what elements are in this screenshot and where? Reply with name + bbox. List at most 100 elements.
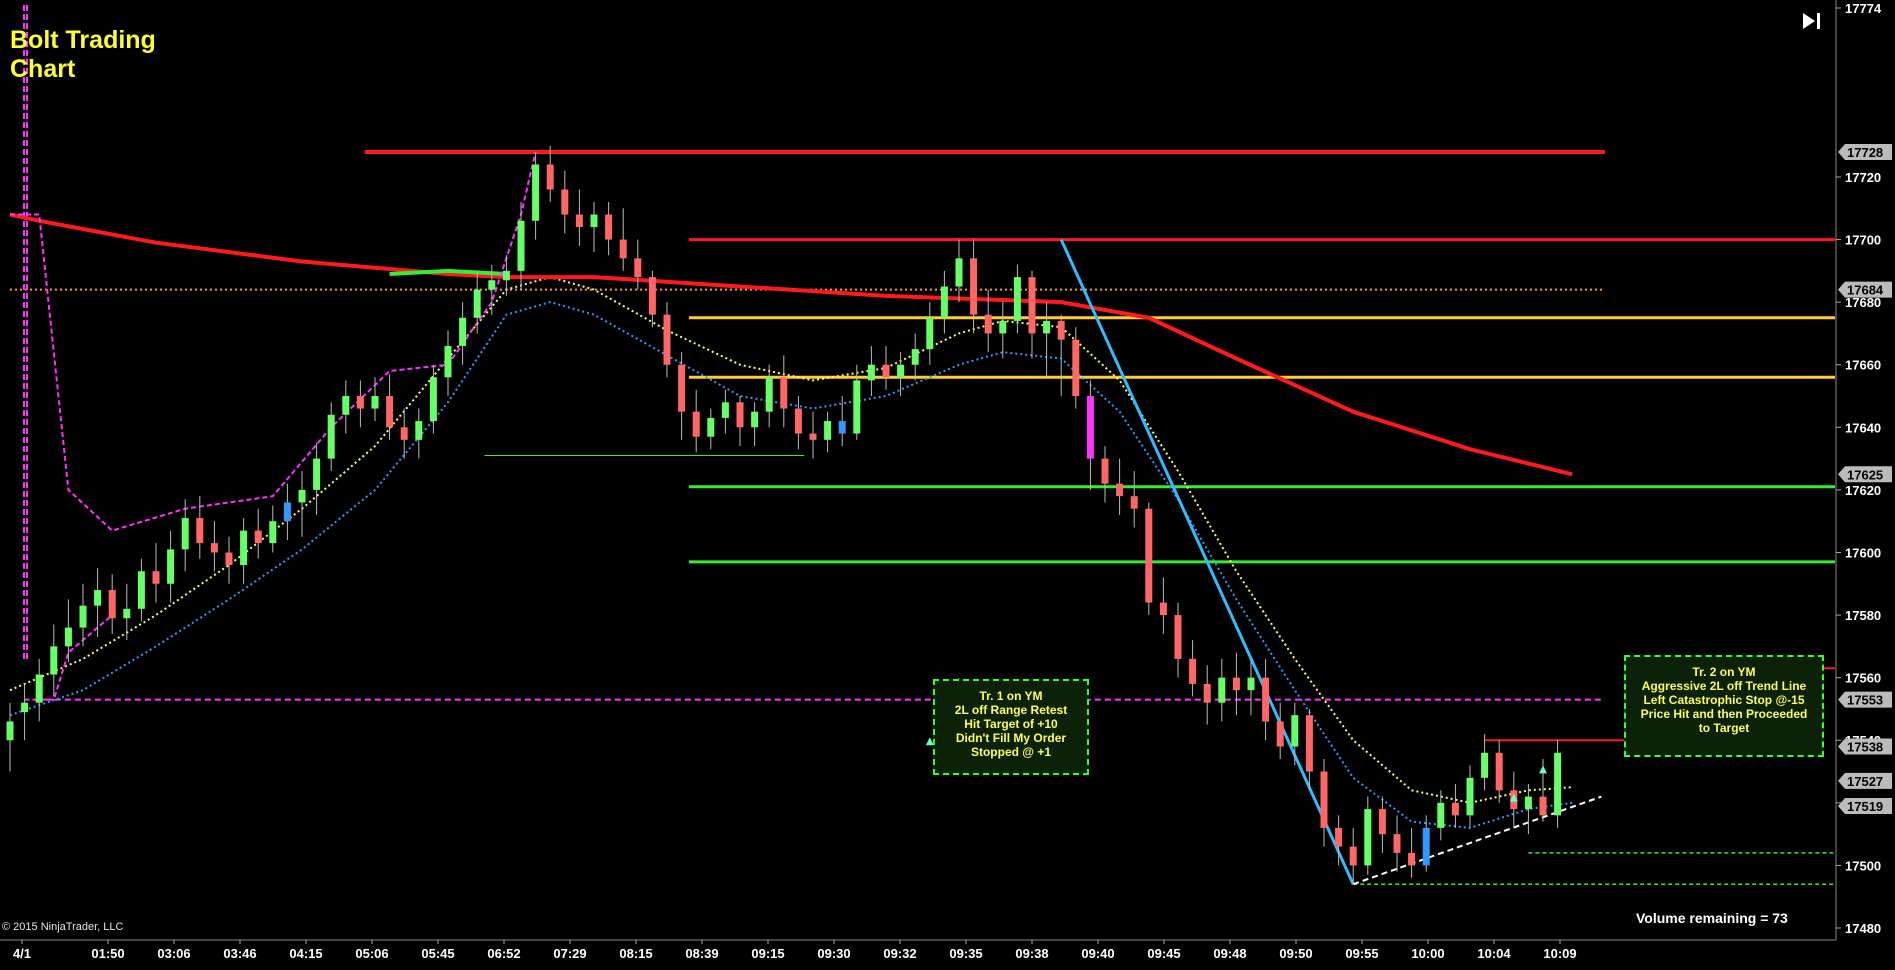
- x-tick-label: 08:15: [619, 946, 652, 961]
- y-tick-label: 17620: [1845, 483, 1881, 498]
- candle-body: [64, 627, 72, 647]
- candle: [780, 355, 788, 428]
- candle-body: [1305, 715, 1313, 772]
- candle: [809, 411, 817, 459]
- candle: [1554, 740, 1562, 828]
- candle: [940, 270, 948, 334]
- candle-body: [897, 364, 905, 378]
- candle: [1072, 327, 1080, 409]
- candle-body: [1320, 771, 1328, 828]
- scroll-to-end-icon[interactable]: [1800, 10, 1824, 32]
- candle: [1101, 446, 1109, 503]
- candle-body: [502, 270, 510, 281]
- candle: [94, 568, 102, 637]
- price-marker-label: 17538: [1847, 740, 1883, 755]
- x-tick-label: 05:45: [421, 946, 454, 961]
- candle-body: [35, 674, 43, 703]
- candle-body: [970, 258, 978, 315]
- candle-body: [1291, 715, 1299, 747]
- y-tick-label: 17560: [1845, 671, 1881, 686]
- x-tick-label: 09:35: [949, 946, 982, 961]
- candle: [590, 202, 598, 253]
- candle: [1291, 702, 1299, 766]
- candle: [1305, 708, 1313, 791]
- candle: [1130, 471, 1138, 528]
- candle-body: [240, 530, 248, 566]
- candle-body: [780, 377, 788, 409]
- candle: [1057, 314, 1065, 397]
- note-line: Didn't Fill My Order: [955, 731, 1067, 745]
- candle-body: [1364, 809, 1372, 866]
- candle: [21, 683, 29, 741]
- candle: [707, 408, 715, 450]
- candle-body: [415, 421, 423, 440]
- y-tick-label: 17660: [1845, 358, 1881, 373]
- y-tick-label: 17700: [1845, 233, 1881, 248]
- candle: [356, 380, 364, 428]
- candle: [721, 389, 729, 434]
- candle-body: [473, 289, 481, 318]
- candle-body: [1466, 777, 1474, 816]
- candle: [444, 330, 452, 397]
- candle-body: [6, 721, 14, 741]
- candle: [882, 345, 890, 390]
- candle: [1174, 602, 1182, 678]
- x-tick-label: 03:06: [157, 946, 190, 961]
- candle: [1116, 458, 1124, 515]
- candle-body: [269, 521, 277, 544]
- y-tick-label: 17580: [1845, 608, 1881, 623]
- x-tick-label: 06:52: [487, 946, 520, 961]
- x-tick-label: 09:30: [817, 946, 850, 961]
- candle-body: [824, 421, 832, 440]
- candle-body: [1130, 496, 1138, 509]
- candle: [999, 302, 1007, 359]
- x-tick-label: 09:15: [751, 946, 784, 961]
- candle: [561, 170, 569, 234]
- x-tick-label: 01:50: [91, 946, 124, 961]
- candle: [35, 658, 43, 722]
- candle-body: [1335, 827, 1343, 847]
- candle-body: [356, 396, 364, 409]
- candle-body: [108, 590, 116, 619]
- candle: [283, 483, 291, 540]
- candle: [1393, 815, 1401, 872]
- candle-body: [984, 314, 992, 334]
- candle: [648, 270, 656, 328]
- candle-body: [678, 364, 686, 412]
- title-line-1: Bolt Trading: [10, 26, 156, 54]
- candle-body: [137, 571, 145, 609]
- candle-body: [386, 396, 394, 428]
- candle: [269, 505, 277, 553]
- candle: [313, 442, 321, 515]
- candle: [79, 583, 87, 647]
- candle-body: [94, 590, 102, 606]
- candle-body: [123, 608, 131, 619]
- candle: [298, 471, 306, 537]
- candle-body: [254, 530, 262, 544]
- candle-body: [1057, 320, 1065, 340]
- candle: [152, 543, 160, 603]
- x-axis: 4/1 01:50 03:06 03:46 04:15 05:06 05:45 06:52 07…: [13, 940, 1577, 961]
- candle: [1451, 784, 1459, 828]
- candle-body: [50, 646, 58, 675]
- candle: [911, 333, 919, 381]
- candle-body: [648, 277, 656, 315]
- candle-body: [940, 286, 948, 318]
- candle-body: [736, 402, 744, 428]
- candle-body: [1393, 834, 1401, 853]
- note-line: Tr. 1 on YM: [979, 689, 1043, 703]
- candle-body: [1218, 677, 1226, 703]
- candle: [619, 208, 627, 271]
- y-axis: 1748017500175201754017560175801760017620…: [1836, 1, 1892, 936]
- price-chart[interactable]: 1748017500175201754017560175801760017620…: [0, 0, 1895, 970]
- x-tick-label: 10:09: [1543, 946, 1576, 961]
- candle: [1218, 658, 1226, 722]
- volume-remaining: Volume remaining = 73: [1636, 910, 1788, 926]
- candle-body: [561, 189, 569, 215]
- candle-body: [1524, 796, 1532, 810]
- candle-body: [911, 349, 919, 365]
- x-tick-label: 05:06: [355, 946, 388, 961]
- candle-body: [765, 377, 773, 412]
- candle: [970, 239, 978, 334]
- candle: [1364, 796, 1372, 875]
